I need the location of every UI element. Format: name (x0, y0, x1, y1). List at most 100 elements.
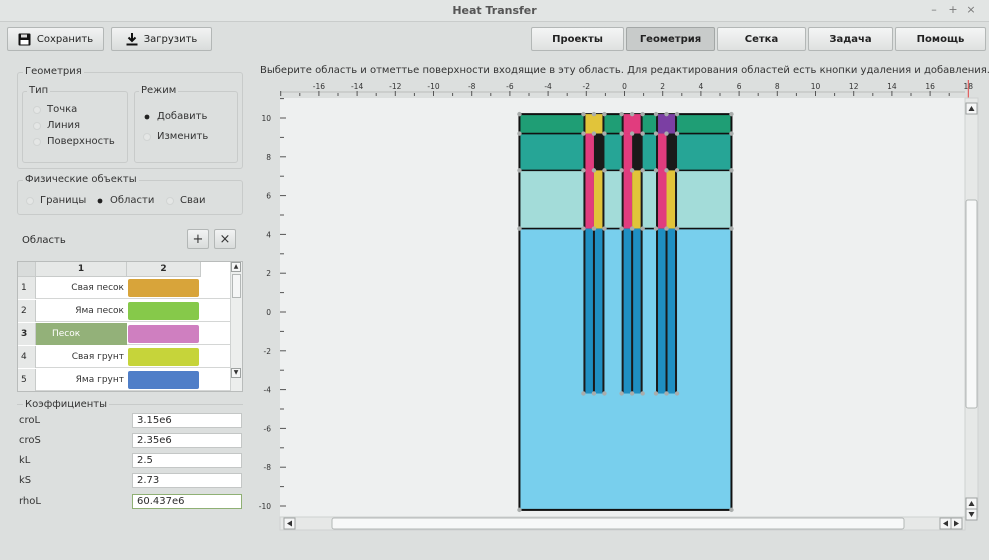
mesh-node[interactable] (591, 111, 597, 117)
geometry-canvas[interactable]: -16 -14 -12 -10 -8 -6 -4 -2 0 2 4 6 8 10 12 14 16 1810864… (0, 0, 989, 560)
mesh-node[interactable] (729, 168, 734, 173)
mesh-node[interactable] (674, 226, 680, 231)
mesh-node[interactable] (674, 168, 680, 173)
y-tick-label: 4 (266, 230, 271, 239)
y-tick-label: -2 (264, 347, 272, 356)
y-tick-label: 8 (266, 153, 271, 162)
mesh-node[interactable] (653, 391, 659, 396)
mesh-node[interactable] (581, 111, 586, 117)
mesh-node[interactable] (664, 168, 669, 173)
mesh-node[interactable] (581, 168, 586, 173)
mesh-node[interactable] (653, 168, 659, 173)
mesh-node[interactable] (653, 131, 659, 136)
x-tick-label: 12 (849, 82, 859, 91)
pile-core[interactable] (658, 133, 667, 229)
mesh-node[interactable] (581, 226, 586, 231)
mesh-node[interactable] (602, 226, 607, 231)
pile-core[interactable] (632, 170, 641, 229)
pile-lower-core[interactable] (658, 228, 666, 394)
mesh-node[interactable] (602, 131, 607, 136)
mesh-node[interactable] (602, 391, 607, 396)
mesh-node[interactable] (640, 131, 645, 136)
pile-core[interactable] (623, 133, 633, 229)
mesh-node[interactable] (653, 111, 659, 117)
mesh-node[interactable] (602, 111, 607, 117)
mesh-node[interactable] (619, 168, 624, 173)
mesh-node[interactable] (629, 168, 635, 173)
mesh-node[interactable] (674, 111, 680, 117)
mesh-node[interactable] (517, 111, 522, 117)
y-tick-label: 6 (266, 192, 271, 201)
x-tick-label: -16 (313, 82, 325, 91)
x-tick-label: 0 (622, 82, 627, 91)
mesh-node[interactable] (591, 391, 597, 396)
mesh-node[interactable] (517, 226, 522, 231)
mesh-node[interactable] (729, 111, 734, 117)
x-tick-label: -14 (351, 82, 363, 91)
pile-core[interactable] (585, 133, 594, 229)
x-tick-label: -6 (506, 82, 514, 91)
y-tick-label: -10 (259, 502, 271, 511)
y-tick-label: 2 (266, 269, 271, 278)
x-tick-label: 16 (925, 82, 935, 91)
pile-cap[interactable] (623, 114, 641, 134)
plot-vscroll-thumb[interactable] (965, 199, 978, 409)
mesh-node[interactable] (629, 131, 635, 136)
mesh-node[interactable] (640, 226, 645, 231)
pile-core[interactable] (666, 170, 676, 229)
plot-hscroll-thumb[interactable] (331, 517, 905, 530)
x-tick-label: -12 (389, 82, 401, 91)
pile-lower-core[interactable] (623, 228, 632, 394)
mesh-node[interactable] (629, 111, 635, 117)
mesh-node[interactable] (674, 391, 680, 396)
mesh-node[interactable] (664, 391, 669, 396)
x-tick-label: 6 (737, 82, 742, 91)
mesh-node[interactable] (640, 391, 645, 396)
x-tick-label: 8 (775, 82, 780, 91)
mesh-node[interactable] (653, 226, 659, 231)
mesh-node[interactable] (640, 168, 645, 173)
pile-lower-core[interactable] (633, 228, 641, 394)
mesh-node[interactable] (581, 131, 586, 136)
mesh-node[interactable] (729, 507, 734, 513)
y-tick-label: 10 (261, 114, 271, 123)
mesh-node[interactable] (629, 391, 635, 396)
mesh-node[interactable] (729, 131, 734, 136)
y-tick-label: -8 (264, 463, 272, 472)
mesh-node[interactable] (517, 168, 522, 173)
mesh-node[interactable] (619, 111, 624, 117)
mesh-node[interactable] (664, 131, 669, 136)
mesh-node[interactable] (591, 168, 597, 173)
mesh-node[interactable] (619, 391, 624, 396)
mesh-node[interactable] (629, 226, 635, 231)
mesh-node[interactable] (674, 131, 680, 136)
mesh-node[interactable] (517, 131, 522, 136)
x-tick-label: 10 (811, 82, 821, 91)
x-tick-label: -4 (544, 82, 552, 91)
pile-cap[interactable] (658, 114, 676, 134)
y-tick-label: -6 (264, 424, 272, 433)
mesh-node[interactable] (517, 507, 522, 513)
y-tick-label: -4 (264, 386, 272, 395)
pile-lower-core[interactable] (585, 228, 593, 394)
pile-lower-core[interactable] (667, 228, 676, 394)
mesh-node[interactable] (729, 226, 734, 231)
mesh-node[interactable] (619, 131, 624, 136)
y-tick-label: 0 (266, 308, 271, 317)
pile-cap[interactable] (585, 114, 603, 134)
pile-core[interactable] (593, 170, 603, 229)
mesh-node[interactable] (664, 111, 669, 117)
x-tick-label: -10 (427, 82, 439, 91)
mesh-node[interactable] (640, 111, 645, 117)
x-tick-label: 2 (660, 82, 665, 91)
mesh-node[interactable] (619, 226, 624, 231)
mesh-node[interactable] (581, 391, 586, 396)
pile-lower-core[interactable] (594, 228, 603, 394)
x-tick-label: 4 (699, 82, 704, 91)
x-tick-label: 14 (887, 82, 897, 91)
mesh-node[interactable] (664, 226, 669, 231)
mesh-node[interactable] (591, 226, 597, 231)
x-tick-label: -2 (583, 82, 591, 91)
mesh-node[interactable] (591, 131, 597, 136)
mesh-node[interactable] (602, 168, 607, 173)
